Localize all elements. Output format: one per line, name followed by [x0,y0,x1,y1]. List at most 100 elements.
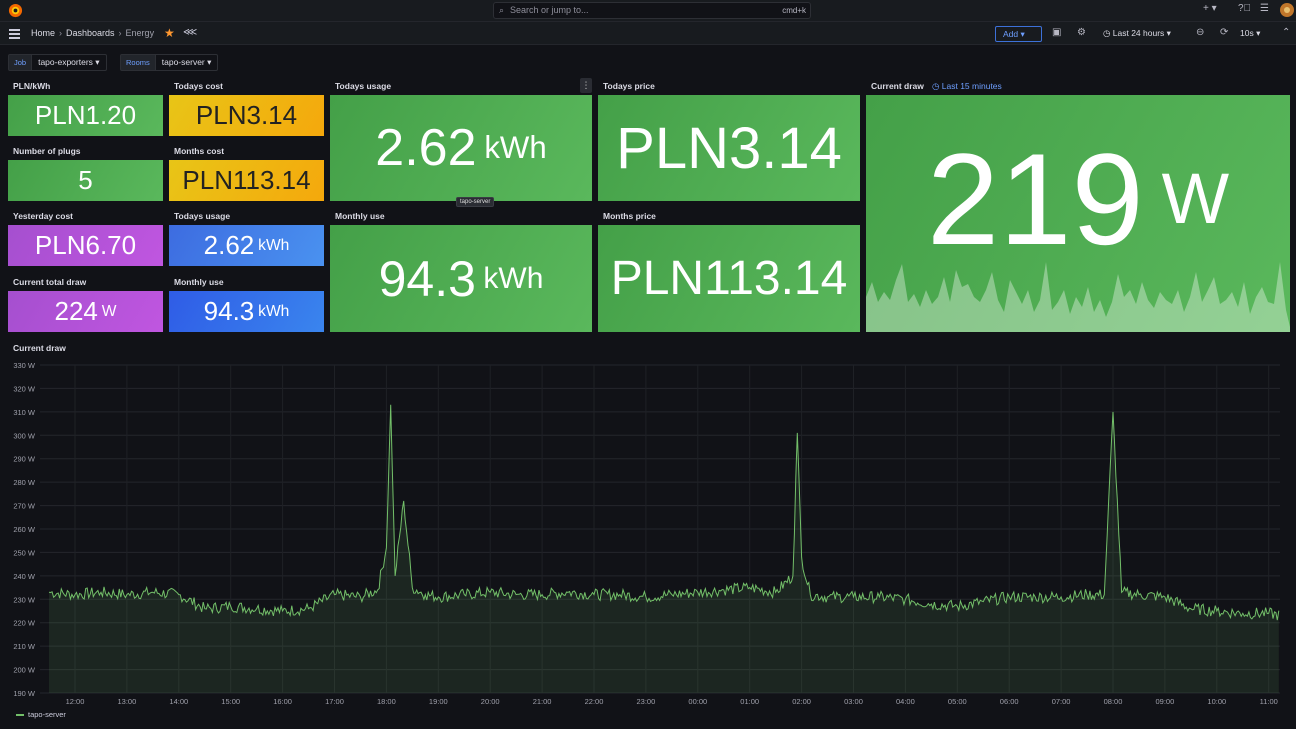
panel-title-todays-price: Todays price [603,81,655,91]
panel-title-months-cost: Months cost [174,146,225,156]
variable-job-value[interactable]: tapo-exporters ▾ [32,54,107,71]
stat-number-of-plugs[interactable]: 5 [8,160,163,201]
y-tick-label: 270 W [13,502,36,511]
x-tick-label: 06:00 [1000,697,1019,706]
current-draw-timeseries[interactable]: 330 W 320 W 310 W 300 W 290 W 280 W 270 W 260 W… [0,355,1296,710]
y-tick-label: 220 W [13,619,36,628]
stat-months-cost[interactable]: PLN113.14 [169,160,324,201]
panel-title-pln-kwh: PLN/kWh [13,81,51,91]
variable-rooms-label: Rooms [120,54,156,71]
x-tick-label: 08:00 [1104,697,1123,706]
x-tick-label: 05:00 [948,697,967,706]
top-bar: ⌕ Search or jump to... cmd+k + ▾ ?⃝ ☰ [0,0,1296,22]
share-icon[interactable]: ⋘ [183,27,197,38]
legend-label: tapo-server [28,710,66,719]
dashboard-nav-bar: Home › Dashboards › Energy ★ ⋘ Add ▾ ▣ ⚙ ◷ L… [0,22,1296,45]
x-tick-label: 10:00 [1207,697,1226,706]
stat-current-draw[interactable]: 219 W [866,95,1290,332]
y-tick-label: 290 W [13,455,36,464]
panel-title-number-of-plugs: Number of plugs [13,146,81,156]
stat-todays-price[interactable]: PLN3.14 [598,95,860,201]
star-icon[interactable]: ★ [164,26,175,40]
x-tick-label: 07:00 [1052,697,1071,706]
settings-icon[interactable]: ⚙ [1077,27,1086,38]
y-tick-label: 260 W [13,525,36,534]
stat-monthly-use[interactable]: 94.3 kWh [169,291,324,332]
panel-title-months-price: Months price [603,211,656,221]
plus-icon[interactable]: + ▾ [1203,3,1217,14]
y-tick-label: 300 W [13,431,36,440]
refresh-interval-picker[interactable]: 10s ▾ [1240,28,1260,39]
graph-title: Current draw [13,343,66,353]
x-tick-label: 15:00 [221,697,240,706]
panel-title-current-draw: Current draw [871,81,924,91]
y-tick-label: 310 W [13,408,36,417]
stat-todays-usage[interactable]: 2.62 kWh [169,225,324,266]
variable-job[interactable]: Job tapo-exporters ▾ [8,54,107,71]
grafana-logo-icon[interactable] [8,3,23,18]
variable-rooms[interactable]: Rooms tapo-server ▾ [120,54,219,71]
x-tick-label: 09:00 [1156,697,1175,706]
variable-rooms-value[interactable]: tapo-server ▾ [155,54,219,71]
x-tick-label: 20:00 [481,697,500,706]
x-tick-label: 16:00 [273,697,292,706]
graph-legend[interactable]: tapo-server [16,710,66,719]
panel-title-todays-usage-big: Todays usage [335,81,392,91]
add-button[interactable]: Add ▾ [995,26,1042,42]
menu-icon[interactable] [9,29,20,39]
x-tick-label: 19:00 [429,697,448,706]
x-tick-label: 23:00 [637,697,656,706]
search-input[interactable]: ⌕ Search or jump to... cmd+k [493,2,811,19]
x-tick-label: 11:00 [1260,697,1278,706]
series-line[interactable] [48,404,1280,621]
panel-title-current-total-draw: Current total draw [13,277,87,287]
stat-monthly-use-big[interactable]: 94.3 kWh [330,225,592,332]
legend-color-swatch [16,714,24,717]
x-tick-label: 18:00 [377,697,396,706]
x-tick-label: 01:00 [740,697,759,706]
search-icon: ⌕ [499,5,505,15]
breadcrumb-home[interactable]: Home [31,28,55,38]
refresh-icon[interactable]: ⟳ [1220,27,1228,38]
x-tick-label: 21:00 [533,697,552,706]
collapse-icon[interactable]: ⌃ [1282,27,1290,38]
x-tick-label: 00:00 [688,697,707,706]
stat-todays-usage-big[interactable]: 2.62 kWh [330,95,592,201]
y-tick-label: 320 W [13,384,36,393]
save-icon[interactable]: ▣ [1052,27,1061,38]
help-icon[interactable]: ?⃝ [1238,3,1251,14]
panel-title-yesterday-cost: Yesterday cost [13,211,74,221]
search-placeholder: Search or jump to... [510,5,589,15]
x-tick-label: 12:00 [66,697,85,706]
x-tick-label: 22:00 [585,697,604,706]
panel-title-monthly-use-big: Monthly use [335,211,385,221]
breadcrumb-dashboards[interactable]: Dashboards [66,28,115,38]
news-icon[interactable]: ☰ [1260,3,1269,14]
variable-job-label: Job [8,54,33,71]
search-shortcut: cmd+k [782,6,806,15]
panel-menu-icon[interactable]: ⋮ [580,78,592,93]
y-tick-label: 240 W [13,572,36,581]
time-range-picker[interactable]: ◷ Last 24 hours ▾ [1103,28,1171,39]
x-tick-label: 02:00 [792,697,811,706]
zoom-out-icon[interactable]: ⊖ [1196,27,1204,38]
y-tick-label: 230 W [13,595,36,604]
x-tick-label: 14:00 [169,697,188,706]
panel-title-monthly-use: Monthly use [174,277,224,287]
y-tick-label: 250 W [13,548,36,557]
series-area [49,404,1279,693]
stat-pln-kwh[interactable]: PLN1.20 [8,95,163,136]
stat-yesterday-cost[interactable]: PLN6.70 [8,225,163,266]
y-tick-label: 190 W [13,689,36,698]
stat-todays-cost[interactable]: PLN3.14 [169,95,324,136]
stat-months-price[interactable]: PLN113.14 [598,225,860,332]
y-tick-label: 280 W [13,478,36,487]
y-tick-label: 210 W [13,642,36,651]
stat-current-total-draw[interactable]: 224 W [8,291,163,332]
avatar[interactable] [1280,3,1294,17]
x-tick-label: 17:00 [325,697,344,706]
panel-title-todays-usage: Todays usage [174,211,231,221]
x-tick-label: 04:00 [896,697,915,706]
series-tooltip: tapo-server [456,197,495,207]
x-tick-label: 13:00 [118,697,137,706]
